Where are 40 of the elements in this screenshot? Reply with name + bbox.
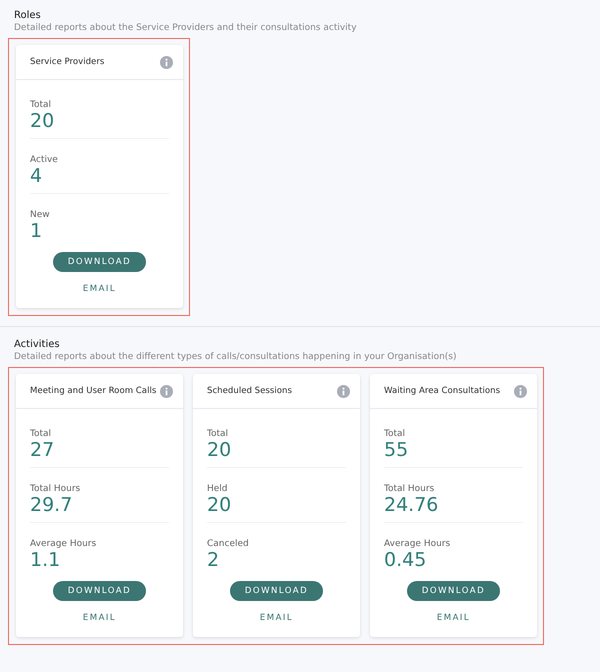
stat-label: Total Hours	[30, 484, 80, 494]
section-description: Detailed reports about the different types of calls/consultations happening in your Organisation(s)	[14, 352, 457, 362]
stat-label: Total	[384, 429, 406, 439]
stat-value: 27	[30, 440, 54, 461]
stat-value: 20	[30, 111, 54, 132]
download-button[interactable]: DOWNLOAD	[52, 581, 146, 601]
stat-value: 20	[207, 495, 232, 516]
stat-label: Total	[30, 100, 52, 110]
email-link[interactable]: EMAIL	[82, 284, 116, 294]
stat-value: 29.7	[30, 495, 72, 516]
stat-label: Total	[207, 429, 228, 439]
stat-value: 20	[207, 440, 232, 461]
stat-value: 55	[384, 440, 408, 461]
download-button[interactable]: DOWNLOAD	[230, 581, 324, 601]
email-link[interactable]: EMAIL	[436, 613, 470, 623]
stat-label: New	[30, 210, 50, 220]
stat-label: Average Hours	[30, 539, 96, 549]
section-title: Roles	[14, 10, 41, 21]
download-button[interactable]: DOWNLOAD	[52, 252, 146, 272]
email-link[interactable]: EMAIL	[260, 613, 294, 623]
card-title: Waiting Area Consultations	[384, 386, 500, 396]
email-link[interactable]: EMAIL	[82, 613, 116, 623]
stat-value: 2	[207, 550, 220, 571]
card-title: Meeting and User Room Calls	[30, 386, 156, 396]
section-title: Activities	[14, 339, 60, 350]
stat-value: 24.76	[384, 495, 438, 516]
stat-label: Active	[30, 155, 58, 165]
stat-label: Held	[207, 484, 228, 494]
stat-value: 1	[30, 221, 42, 242]
stat-label: Total Hours	[384, 484, 434, 494]
card-title: Scheduled Sessions	[207, 386, 292, 396]
stat-label: Canceled	[207, 539, 249, 549]
stat-label: Average Hours	[384, 539, 450, 549]
stat-label: Total	[30, 429, 52, 439]
stat-value: 4	[30, 166, 42, 187]
stat-value: 1.1	[30, 550, 60, 571]
section-description: Detailed reports about the Service Providers and their consultations activity	[14, 23, 357, 33]
stat-value: 0.45	[384, 550, 426, 571]
download-button[interactable]: DOWNLOAD	[406, 581, 500, 601]
card-title: Service Providers	[30, 57, 104, 67]
